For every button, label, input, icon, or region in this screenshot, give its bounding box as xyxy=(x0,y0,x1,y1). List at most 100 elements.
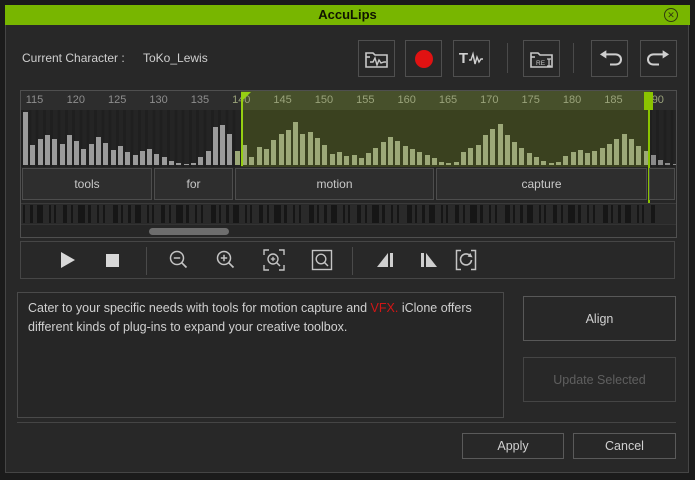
script-highlight: VFX. xyxy=(370,301,399,315)
phoneme-mark xyxy=(489,205,491,223)
waveform-bar xyxy=(271,140,277,165)
apply-button[interactable]: Apply xyxy=(462,433,564,459)
transport-separator xyxy=(352,247,353,275)
title-bar: AccuLips ✕ xyxy=(5,5,690,25)
zoom-fit-icon xyxy=(310,248,334,272)
waveform-bar xyxy=(380,142,386,165)
zoom-out-icon xyxy=(168,249,190,271)
current-character-label: Current Character : xyxy=(22,51,125,65)
align-button[interactable]: Align xyxy=(523,296,676,341)
waveform-bar xyxy=(534,157,539,165)
phoneme-mark xyxy=(147,205,149,223)
word-block-empty[interactable] xyxy=(649,168,675,200)
phoneme-mark xyxy=(169,205,171,223)
phoneme-mark xyxy=(299,205,301,223)
waveform-bar xyxy=(147,149,153,165)
waveform-bar xyxy=(548,163,554,165)
word-block-for[interactable]: for xyxy=(154,168,233,200)
clip-end-button[interactable] xyxy=(412,242,446,278)
waveform-bar xyxy=(125,152,131,165)
waveform-bar xyxy=(446,163,452,165)
waveform-bar xyxy=(373,148,379,165)
waveform-bar xyxy=(453,162,459,165)
word-block-motion[interactable]: motion xyxy=(235,168,434,200)
cancel-button[interactable]: Cancel xyxy=(573,433,676,459)
waveform-bar xyxy=(227,134,233,165)
redo-button[interactable] xyxy=(640,40,677,77)
phoneme-mark xyxy=(233,205,239,223)
import-audio-button[interactable] xyxy=(358,40,395,77)
waveform-bar xyxy=(344,156,350,165)
waveform-bar xyxy=(402,146,408,165)
ramp-out-icon xyxy=(421,253,437,267)
zoom-selection-button[interactable] xyxy=(257,242,291,278)
undo-icon xyxy=(597,48,623,70)
waveform-bar xyxy=(570,152,576,165)
phoneme-mark xyxy=(259,205,263,223)
phoneme-mark xyxy=(195,205,197,223)
zoom-out-button[interactable] xyxy=(162,242,196,278)
timeline-scrollbar[interactable] xyxy=(21,224,676,237)
waveform-bar xyxy=(52,139,58,165)
waveform-bar xyxy=(351,155,357,165)
zoom-fit-button[interactable] xyxy=(305,242,339,278)
import-script-button[interactable]: RE xyxy=(523,40,560,77)
phoneme-mark xyxy=(603,205,608,223)
phoneme-mark xyxy=(568,205,575,223)
phoneme-mark xyxy=(309,205,314,223)
phoneme-mark xyxy=(284,205,287,223)
phoneme-mark xyxy=(372,205,379,223)
bottom-divider xyxy=(17,422,676,423)
text-to-speech-button[interactable]: T xyxy=(453,40,490,77)
phoneme-mark xyxy=(201,205,203,223)
waveform-bar xyxy=(66,135,72,165)
phoneme-mark xyxy=(30,205,33,223)
word-block-capture[interactable]: capture xyxy=(436,168,647,200)
waveform-bar xyxy=(23,112,28,165)
phoneme-mark xyxy=(382,205,385,223)
word-block-tools[interactable]: tools xyxy=(22,168,152,200)
close-icon[interactable]: ✕ xyxy=(664,8,678,22)
phoneme-mark xyxy=(520,205,523,223)
waveform-bar xyxy=(366,153,372,165)
phoneme-mark xyxy=(505,205,510,223)
phoneme-mark xyxy=(49,205,51,223)
stop-button[interactable] xyxy=(95,242,129,278)
phoneme-mark xyxy=(391,205,393,223)
selection-start-line[interactable] xyxy=(241,92,244,166)
waveform-bar xyxy=(621,134,627,165)
script-text: Cater to your specific needs with tools … xyxy=(28,301,371,315)
playhead-handle[interactable] xyxy=(644,92,653,110)
waveform-bar xyxy=(388,137,393,165)
waveform-bar xyxy=(475,145,481,165)
play-button[interactable] xyxy=(51,242,85,278)
zoom-in-button[interactable] xyxy=(209,242,243,278)
clip-start-button[interactable] xyxy=(368,242,402,278)
waveform-bar xyxy=(636,146,642,165)
waveform-bar xyxy=(599,148,605,165)
phoneme-mark xyxy=(186,205,189,223)
waveform-bar xyxy=(234,151,240,165)
scrollbar-thumb[interactable] xyxy=(149,228,229,235)
script-text-area[interactable]: Cater to your specific needs with tools … xyxy=(17,292,504,418)
waveform-bar xyxy=(541,161,547,165)
selection-start-flag[interactable] xyxy=(243,92,252,100)
waveform-timeline[interactable]: 1151201251301351401451501551601651701751… xyxy=(20,90,677,238)
phoneme-mark xyxy=(37,205,43,223)
phoneme-mark xyxy=(611,205,613,223)
play-icon xyxy=(61,252,75,268)
waveform-bar xyxy=(139,151,145,165)
undo-button[interactable] xyxy=(591,40,628,77)
waveform-bar xyxy=(169,161,174,165)
record-button[interactable] xyxy=(405,40,442,77)
phoneme-mark xyxy=(544,205,546,223)
ruler-tick-label: 115 xyxy=(25,94,44,106)
stop-icon xyxy=(105,253,119,267)
phoneme-mark xyxy=(539,205,541,223)
waveform-bar xyxy=(249,157,255,165)
ruler-tick-label: 125 xyxy=(108,94,127,106)
loop-button[interactable] xyxy=(449,242,483,278)
phoneme-mark xyxy=(625,205,631,223)
phoneme-mark xyxy=(561,205,563,223)
ramp-in-icon xyxy=(377,253,393,267)
